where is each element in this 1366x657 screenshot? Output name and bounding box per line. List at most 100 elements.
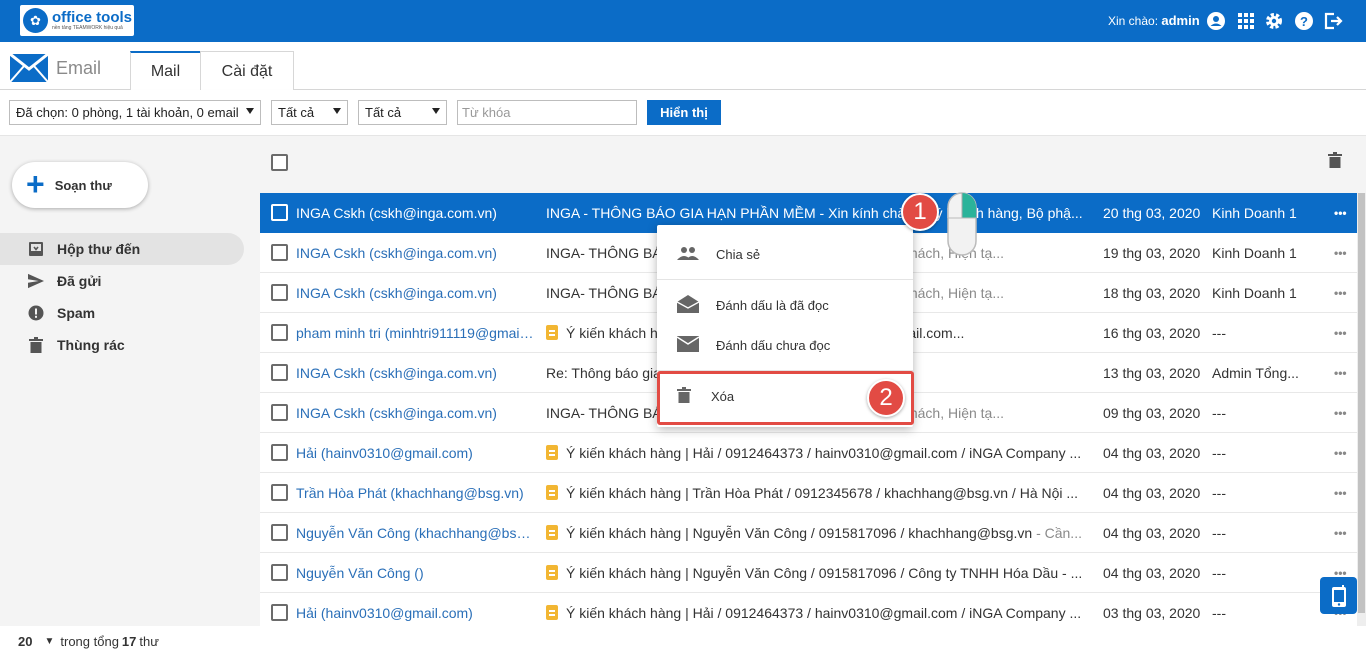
show-button[interactable]: Hiển thị <box>647 100 721 125</box>
sidebar-item-sent[interactable]: Đã gửi <box>0 265 244 297</box>
mail-sender: pham minh tri (minhtri911119@gmail.com) <box>296 325 534 341</box>
mail-row[interactable]: Hải (hainv0310@gmail.com) Ý kiến khách hà… <box>260 593 1357 626</box>
mobile-app-button[interactable] <box>1320 577 1357 614</box>
filter-bar: Đã chọn: 0 phòng, 1 tài khoản, 0 email T… <box>0 90 1366 136</box>
row-checkbox[interactable] <box>271 564 288 581</box>
mail-date: 19 thg 03, 2020 <box>1103 245 1201 261</box>
mail-department: --- <box>1212 525 1226 541</box>
row-checkbox[interactable] <box>271 524 288 541</box>
row-checkbox[interactable] <box>271 244 288 261</box>
list-header <box>260 136 1358 192</box>
mail-open-icon <box>676 294 700 316</box>
mail-date: 13 thg 03, 2020 <box>1103 365 1201 381</box>
logo-flower-icon: ✿ <box>23 8 48 33</box>
mobile-phone-icon <box>1331 584 1346 607</box>
mail-subject: Ý kiến khách hàng | Nguyễn Văn Công / 09… <box>546 553 1084 593</box>
mail-department: Kinh Doanh 1 <box>1212 205 1297 221</box>
mail-sender: INGA Cskh (cskh@inga.com.vn) <box>296 285 497 301</box>
sidebar-item-spam[interactable]: Spam <box>0 297 244 329</box>
mail-department: --- <box>1212 445 1226 461</box>
more-options-icon[interactable]: ••• <box>1334 393 1352 433</box>
mail-department: --- <box>1212 565 1226 581</box>
svg-text:?: ? <box>1300 14 1308 29</box>
mail-row[interactable]: Hải (hainv0310@gmail.com) Ý kiến khách hà… <box>260 433 1357 473</box>
mail-date: 09 thg 03, 2020 <box>1103 405 1201 421</box>
apps-grid-icon[interactable] <box>1236 11 1256 31</box>
mail-department: Kinh Doanh 1 <box>1212 285 1297 301</box>
more-options-icon[interactable]: ••• <box>1334 473 1352 513</box>
mail-department: Admin Tổng... <box>1212 365 1299 381</box>
mail-row[interactable]: Nguyễn Văn Công () Ý kiến khách hàng | Ng… <box>260 553 1357 593</box>
mail-date: 04 thg 03, 2020 <box>1103 525 1201 541</box>
filter-dropdown-a[interactable]: Tất cả <box>271 100 348 125</box>
mail-sender: Hải (hainv0310@gmail.com) <box>296 605 473 621</box>
help-icon[interactable]: ? <box>1294 11 1314 31</box>
menu-divider <box>657 279 913 280</box>
row-checkbox[interactable] <box>271 604 288 621</box>
tab-mail[interactable]: Mail <box>130 51 201 91</box>
select-all-checkbox[interactable] <box>271 154 288 171</box>
mail-department: --- <box>1212 405 1226 421</box>
selection-dropdown[interactable]: Đã chọn: 0 phòng, 1 tài khoản, 0 email <box>9 100 261 125</box>
feedback-clipboard-icon <box>546 485 558 501</box>
more-options-icon[interactable]: ••• <box>1334 513 1352 553</box>
dropdown-caret-icon[interactable]: ▼ <box>44 636 54 647</box>
row-checkbox[interactable] <box>271 444 288 461</box>
mail-sender: INGA Cskh (cskh@inga.com.vn) <box>296 365 497 381</box>
trash-icon <box>28 337 44 353</box>
sidebar: + Soạn thư Hộp thư đến Đã gửi Spam Thùng… <box>0 136 260 626</box>
row-checkbox[interactable] <box>271 284 288 301</box>
mail-sender: Nguyễn Văn Công (khachhang@bsg.vn) <box>296 525 534 541</box>
account-circle-icon[interactable] <box>1206 11 1226 31</box>
sidebar-item-trash[interactable]: Thùng rác <box>0 329 244 361</box>
per-page-select[interactable]: 20 <box>18 634 32 649</box>
row-checkbox[interactable] <box>271 324 288 341</box>
mail-department: --- <box>1212 605 1226 621</box>
sidebar-item-inbox[interactable]: Hộp thư đến <box>0 233 244 265</box>
more-options-icon[interactable]: ••• <box>1334 233 1352 273</box>
email-module-brand: Email <box>10 54 101 82</box>
row-checkbox[interactable] <box>271 484 288 501</box>
mail-department: --- <box>1212 325 1226 341</box>
mail-sender: Nguyễn Văn Công () <box>296 565 424 581</box>
more-options-icon[interactable]: ••• <box>1334 313 1352 353</box>
logout-icon[interactable] <box>1323 11 1343 31</box>
more-options-icon[interactable]: ••• <box>1334 273 1352 313</box>
logo-tagline: nền tảng TEAMWORK hiệu quả <box>52 25 123 31</box>
row-checkbox[interactable] <box>271 204 288 221</box>
mail-subject-text: Ý kiến khách hàng | Hải / 0912464373 / h… <box>566 445 1082 461</box>
scrollbar-thumb[interactable] <box>1358 193 1365 613</box>
mail-sender: Trần Hòa Phát (khachhang@bsg.vn) <box>296 485 524 501</box>
tab-settings[interactable]: Cài đặt <box>200 51 294 91</box>
total-count: 17 <box>121 634 137 649</box>
more-options-icon[interactable]: ••• <box>1334 353 1352 393</box>
feedback-clipboard-icon <box>546 525 558 541</box>
step-1-badge: 1 <box>901 193 939 231</box>
row-checkbox[interactable] <box>271 364 288 381</box>
more-options-icon[interactable]: ••• <box>1334 433 1352 473</box>
compose-button[interactable]: + Soạn thư <box>12 162 148 208</box>
mail-row[interactable]: Trần Hòa Phát (khachhang@bsg.vn) Ý kiến k… <box>260 473 1357 513</box>
plus-icon: + <box>26 165 45 202</box>
delete-trash-icon[interactable] <box>1328 152 1342 171</box>
mail-subject-text: Ý kiến khách hàng | Nguyễn Văn Công / 09… <box>566 525 1033 541</box>
mail-department: --- <box>1212 485 1226 501</box>
list-scrollbar[interactable] <box>1357 193 1366 626</box>
mail-date: 16 thg 03, 2020 <box>1103 325 1201 341</box>
menu-item-mark-unread[interactable]: Đánh dấu chưa đọc <box>657 325 913 365</box>
menu-item-share[interactable]: Chia sẻ <box>657 234 913 274</box>
more-options-icon[interactable]: ••• <box>1334 193 1352 233</box>
filter-dropdown-b[interactable]: Tất cả <box>358 100 447 125</box>
send-icon <box>28 273 44 289</box>
settings-gear-icon[interactable] <box>1264 11 1284 31</box>
mail-row[interactable]: Nguyễn Văn Công (khachhang@bsg.vn) Ý kiến… <box>260 513 1357 553</box>
row-checkbox[interactable] <box>271 404 288 421</box>
keyword-search-input[interactable] <box>457 100 637 125</box>
menu-item-mark-read[interactable]: Đánh dấu là đã đọc <box>657 285 913 325</box>
logo-name: office tools <box>52 9 133 26</box>
module-tabs-bar: Email Mail Cài đặt <box>0 42 1366 91</box>
dropdown-caret-icon <box>333 108 341 114</box>
mail-date: 04 thg 03, 2020 <box>1103 445 1201 461</box>
pagination-footer: 20 ▼ trong tổng 17 thư <box>0 626 1366 657</box>
app-logo[interactable]: ✿ office tools nền tảng TEAMWORK hiệu qu… <box>20 5 134 36</box>
